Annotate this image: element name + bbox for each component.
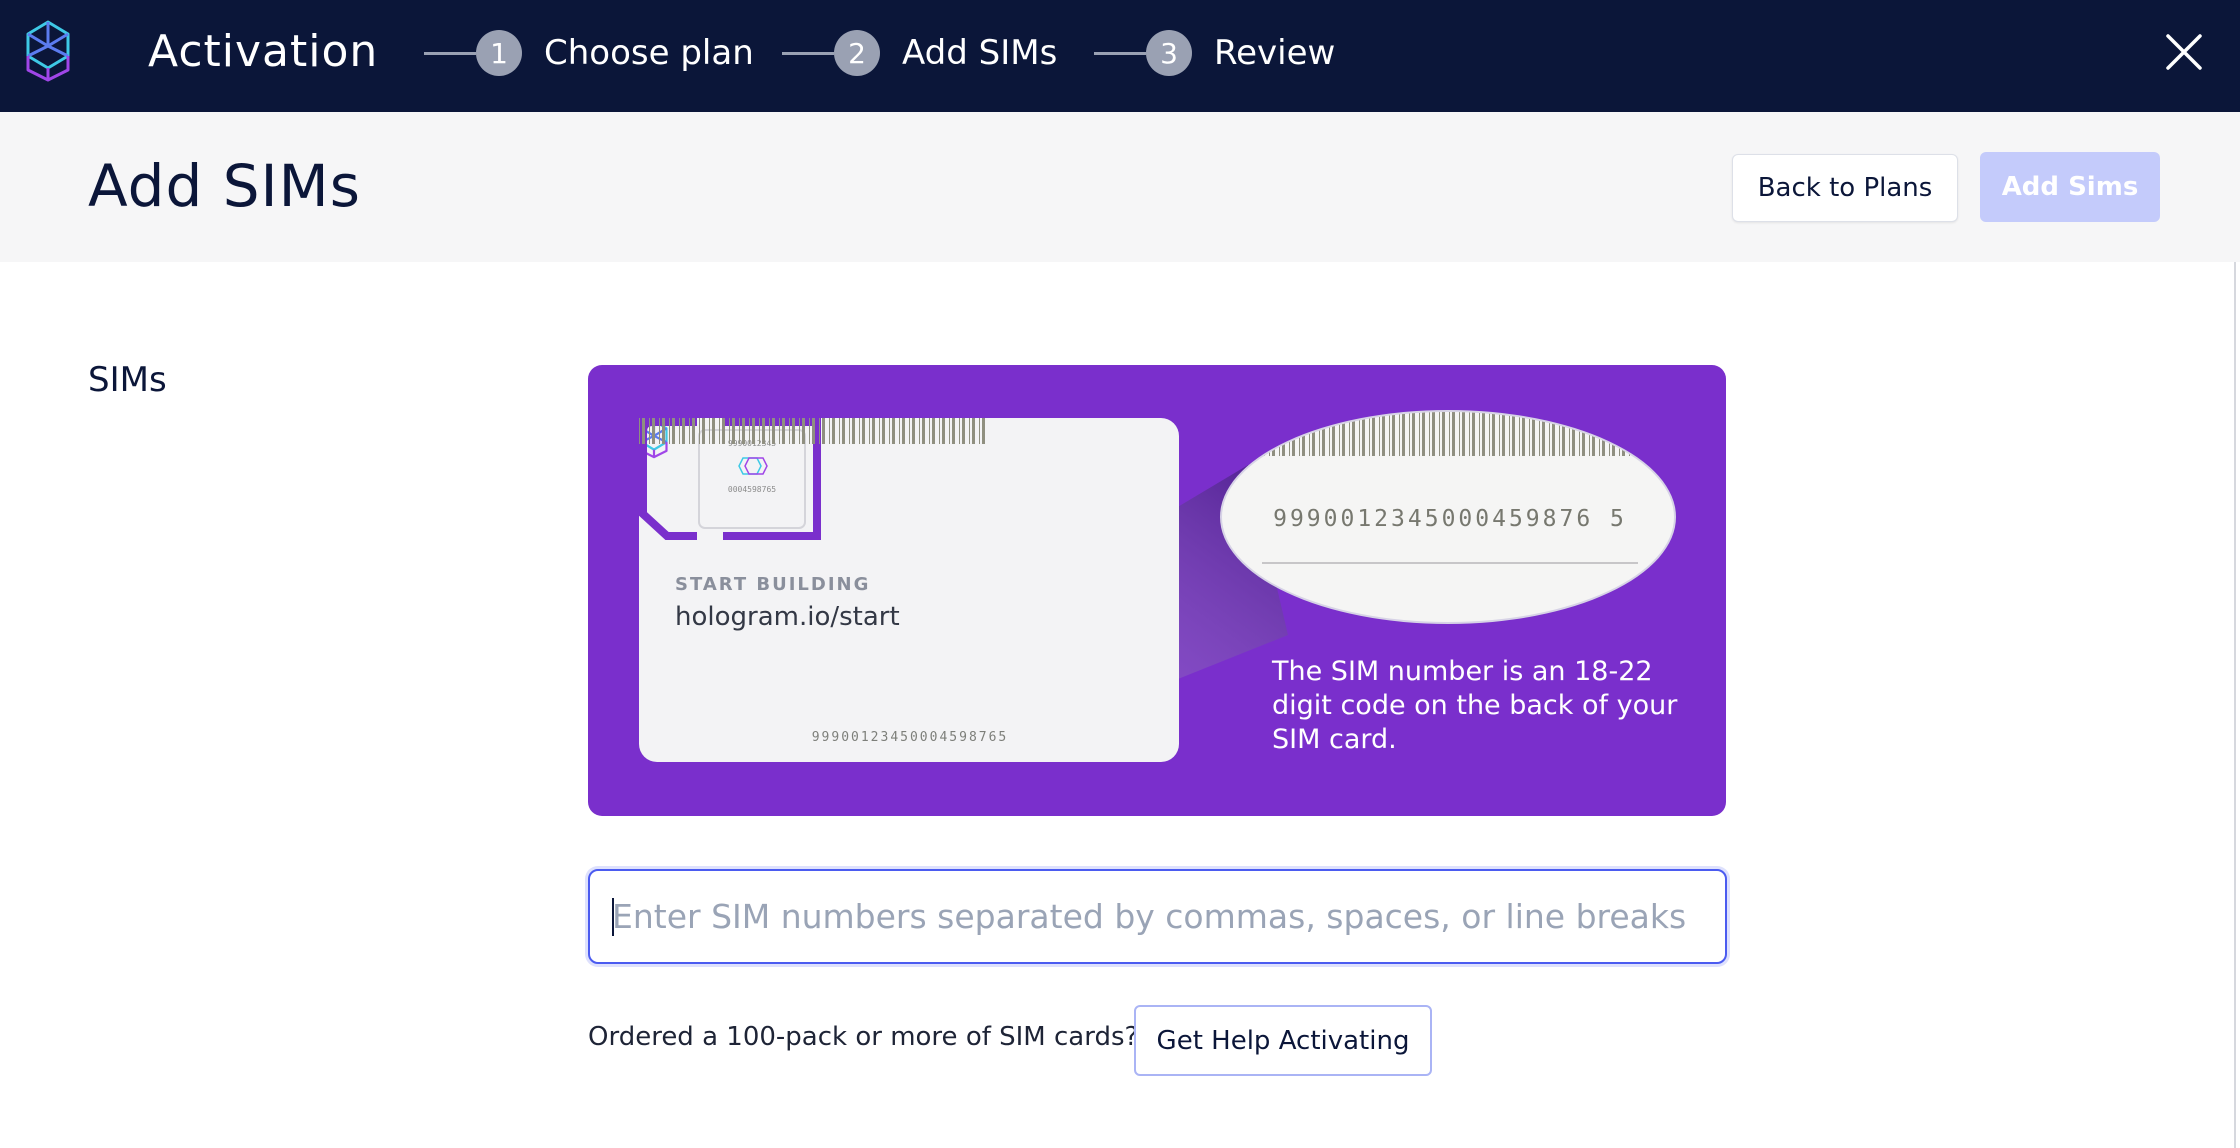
step-label: Review <box>1214 33 1336 73</box>
sim-number-hint: The SIM number is an 18-22 digit code on… <box>1272 656 1678 755</box>
top-bar: Activation 1 Choose plan 2 Add SIMs 3 Re… <box>0 0 2240 112</box>
step-review: 3 Review <box>1094 30 1335 76</box>
add-sims-button[interactable]: Add Sims <box>1980 152 2160 222</box>
scrollbar[interactable] <box>2234 262 2236 1148</box>
card-barcode-number: 99900123450004598765 <box>811 730 1009 745</box>
bulk-order-prompt: Ordered a 100-pack or more of SIM cards? <box>588 1022 1139 1052</box>
step-label: Choose plan <box>544 33 754 73</box>
step-connector <box>424 51 476 55</box>
card-barcode <box>639 418 985 444</box>
divider <box>1262 562 1638 564</box>
step-add-sims: 2 Add SIMs <box>782 30 1057 76</box>
card-tagline: START BUILDING <box>675 574 871 595</box>
step-connector <box>782 51 834 55</box>
page-header: Add SIMs Back to Plans Add Sims <box>0 112 2240 262</box>
page-title: Add SIMs <box>88 152 361 220</box>
step-number: 1 <box>476 30 522 76</box>
step-label: Add SIMs <box>902 33 1058 73</box>
section-label: SIMs <box>88 360 167 400</box>
sim-card-image: START BUILDING hologram.io/start 9990012… <box>639 418 1179 762</box>
step-choose-plan: 1 Choose plan <box>424 30 754 76</box>
text-cursor <box>612 898 614 936</box>
back-to-plans-button[interactable]: Back to Plans <box>1732 154 1958 222</box>
step-connector <box>1094 51 1146 55</box>
close-icon[interactable] <box>2162 30 2206 74</box>
hologram-logo-icon[interactable] <box>24 18 72 84</box>
barcode-zoom-oval: 9990012345000459876 5 <box>1220 410 1676 624</box>
sim-number-illustration: START BUILDING hologram.io/start 9990012… <box>588 365 1726 816</box>
step-number: 3 <box>1146 30 1192 76</box>
zoom-barcode <box>1222 412 1640 456</box>
get-help-activating-button[interactable]: Get Help Activating <box>1134 1005 1432 1076</box>
zoom-barcode-number: 9990012345000459876 5 <box>1273 506 1627 532</box>
sim-numbers-input[interactable] <box>588 869 1727 964</box>
app-title: Activation <box>148 26 379 77</box>
card-url: hologram.io/start <box>675 602 900 632</box>
step-number: 2 <box>834 30 880 76</box>
chip-number-bottom: 0004598765 <box>728 485 776 494</box>
